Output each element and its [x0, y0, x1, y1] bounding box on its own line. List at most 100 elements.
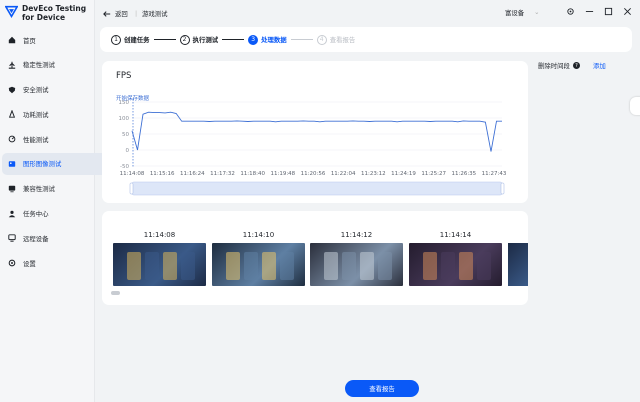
step-label: 查看报告	[329, 36, 356, 44]
sidebar-item-label: 安全测试	[23, 86, 49, 95]
device-label: 富设备	[505, 9, 525, 17]
step-number: 1	[111, 34, 121, 45]
game-screenshot-image	[113, 243, 206, 286]
delete-time-range-label: 删除时间段 ?	[538, 61, 580, 70]
stepper: 1 创建任务 2 执行测试 3 处理数据 4 查看报告	[100, 27, 632, 52]
x-tick-label: 11:24:19	[391, 171, 416, 177]
screenshot-time: 11:14:14	[439, 231, 472, 239]
maximize-icon[interactable]	[604, 7, 613, 16]
sidebar-item-label: 远程设备	[23, 234, 49, 243]
home-icon	[8, 36, 16, 44]
screenshot-detail	[127, 252, 141, 280]
screenshot-detail	[145, 252, 159, 280]
step-label: 处理数据	[261, 36, 287, 44]
x-tick-label: 11:16:24	[180, 171, 205, 177]
screenshot-detail	[163, 252, 177, 280]
range-selector	[131, 181, 503, 196]
sidebar-item-label: 功耗测试	[23, 110, 49, 119]
screenshot-detail	[342, 252, 356, 280]
step: 1 创建任务	[111, 34, 150, 45]
step-connector	[222, 39, 245, 40]
screenshot-detail	[423, 252, 437, 280]
arrow-left-icon	[103, 10, 111, 17]
screenshot-time: 11:14:12	[340, 231, 373, 239]
screenshot-detail	[360, 252, 374, 280]
x-tick-label: 11:15:16	[150, 171, 175, 177]
x-tick-label: 11:17:32	[210, 171, 235, 177]
x-tick-label: 11:26:35	[451, 171, 476, 177]
close-icon[interactable]	[623, 7, 632, 16]
back-label: 返回	[115, 10, 128, 18]
screenshot-detail	[280, 252, 294, 280]
screenshot-detail	[477, 252, 491, 280]
view-report-button[interactable]: 查看报告	[345, 380, 419, 397]
step-connector	[290, 39, 313, 40]
shield-icon	[8, 86, 16, 93]
image-icon	[8, 161, 16, 167]
screenshot-detail	[262, 252, 276, 280]
game-screenshot-image	[409, 243, 502, 286]
chevron-down-icon: ⌄	[534, 8, 540, 16]
brand: DevEco Testing for Device	[5, 4, 86, 22]
delete-label-text: 删除时间段	[538, 62, 570, 70]
x-tick-label: 11:27:43	[482, 171, 507, 177]
step-connector	[153, 39, 176, 40]
step-number: 3	[248, 34, 259, 45]
screenshots-card: 11:14:08 11:14:10 11:14:12 11:14:14	[102, 211, 528, 305]
settings-icon	[8, 259, 16, 267]
x-tick-label: 11:25:27	[421, 171, 446, 177]
step-label: 创建任务	[124, 36, 150, 44]
screenshot-detail	[181, 252, 195, 280]
back-button[interactable]: 返回	[103, 9, 128, 18]
fps-card: FPS 150 100 50 0 -50 开始保存数据 11:14:08 11:15:16 11…	[102, 61, 528, 203]
screenshot-detail	[324, 252, 338, 280]
step: 4 查看报告	[316, 34, 356, 45]
compatibility-icon	[8, 185, 16, 192]
step-number: 4	[316, 34, 327, 45]
horizontal-scrollbar-thumb[interactable]	[111, 291, 120, 295]
deveco-logo-icon	[5, 5, 18, 18]
step: 2 执行测试	[179, 34, 219, 45]
sidebar-item-label: 设置	[23, 259, 36, 268]
performance-icon	[8, 135, 16, 143]
topbar: 返回 | 游戏测试 富设备 ⌄	[95, 0, 640, 26]
sidebar-item-label: 任务中心	[23, 210, 49, 219]
x-tick-label: 11:22:04	[331, 171, 356, 177]
sidebar: DevEco Testing for Device 首页稳定性测试安全测试功耗测…	[0, 0, 118, 402]
screenshot-detail	[378, 252, 392, 280]
screenshot-detail	[459, 252, 473, 280]
floating-side-tab[interactable]	[630, 97, 640, 115]
step-label: 执行测试	[192, 36, 219, 44]
screenshot-detail	[244, 252, 258, 280]
main-area: 返回 | 游戏测试 富设备 ⌄ 1 创建任务 2 执行测试 3 处理数据 4 查看报告 FPS…	[95, 0, 640, 402]
minimize-icon[interactable]	[585, 7, 594, 16]
sidebar-item-label: 图形图像测试	[23, 160, 62, 169]
range-handle-left	[129, 182, 134, 195]
sidebar-item-label: 性能测试	[23, 135, 49, 144]
screenshot-detail	[441, 252, 455, 280]
add-link[interactable]: 添加	[593, 61, 606, 70]
sidebar-item-label: 稳定性测试	[23, 61, 55, 70]
help-icon[interactable]: ?	[572, 62, 580, 69]
step: 3 处理数据	[248, 34, 287, 45]
game-screenshot-image	[212, 243, 305, 286]
game-screenshot-image	[310, 243, 403, 286]
sidebar-item-label: 兼容性测试	[23, 185, 55, 194]
game-screenshot-image-partial	[508, 243, 528, 286]
device-selector[interactable]: 富设备 ⌄	[505, 8, 540, 17]
sidebar-item-label: 首页	[23, 36, 36, 45]
screenshot-detail	[226, 252, 240, 280]
range-handle-right	[500, 182, 505, 195]
task-icon	[8, 210, 16, 217]
step-number: 2	[179, 34, 190, 45]
y-tick-label: 0	[126, 148, 130, 154]
screenshot-time: 11:14:10	[242, 231, 275, 239]
x-tick-label: 11:20:56	[301, 171, 326, 177]
x-tick-label: 11:14:08	[120, 171, 145, 177]
stability-icon	[8, 61, 16, 69]
app-name-line2: for Device	[22, 13, 66, 22]
x-tick-label: 11:18:40	[240, 171, 265, 177]
x-tick-label: 11:23:12	[361, 171, 386, 177]
gear-icon[interactable]	[566, 7, 575, 16]
power-icon	[8, 110, 16, 119]
